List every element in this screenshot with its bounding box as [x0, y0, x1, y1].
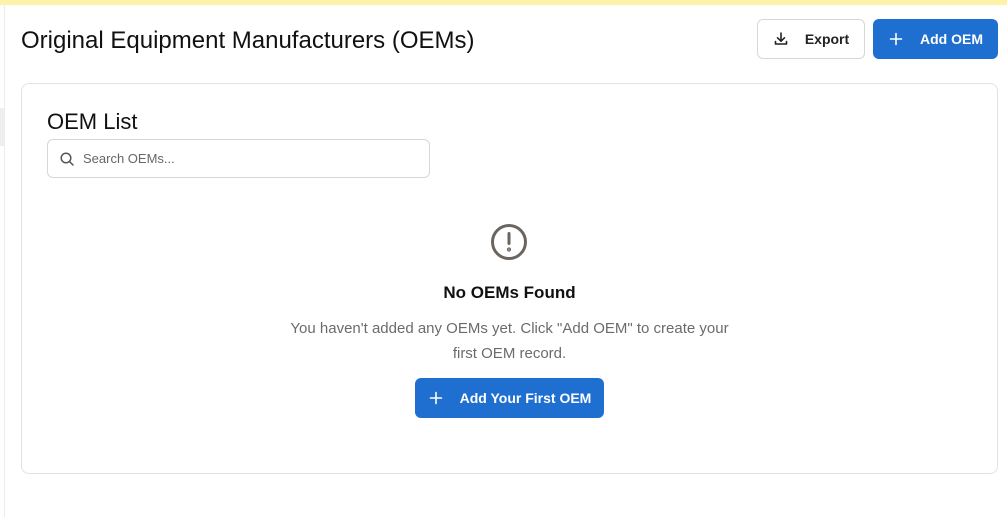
empty-state-title: No OEMs Found [443, 283, 576, 302]
plus-icon [428, 390, 444, 406]
search-input[interactable] [81, 150, 415, 167]
add-first-oem-button[interactable]: Add Your First OEM [415, 378, 604, 418]
search-box [47, 139, 430, 178]
download-icon [773, 31, 789, 47]
add-oem-button[interactable]: Add OEM [873, 19, 998, 59]
card-title: OEM List [47, 109, 138, 134]
sidebar-active-indicator [0, 108, 4, 146]
plus-icon [888, 31, 904, 47]
empty-state-description: You haven't added any OEMs yet. Click "A… [290, 320, 729, 362]
left-sidebar-edge [4, 5, 5, 517]
add-first-oem-button-label: Add Your First OEM [459, 390, 592, 406]
page-title: Original Equipment Manufacturers (OEMs) [21, 27, 475, 54]
export-button-label: Export [804, 31, 850, 47]
page-root: Original Equipment Manufacturers (OEMs) … [0, 0, 1007, 517]
top-accent-bar [0, 0, 1007, 5]
alert-circle-icon [490, 223, 528, 261]
search-icon [59, 151, 75, 167]
add-oem-button-label: Add OEM [920, 31, 983, 47]
export-button[interactable]: Export [757, 19, 865, 59]
oem-list-card: OEM List No OEMs Found You haven't added… [21, 83, 998, 474]
